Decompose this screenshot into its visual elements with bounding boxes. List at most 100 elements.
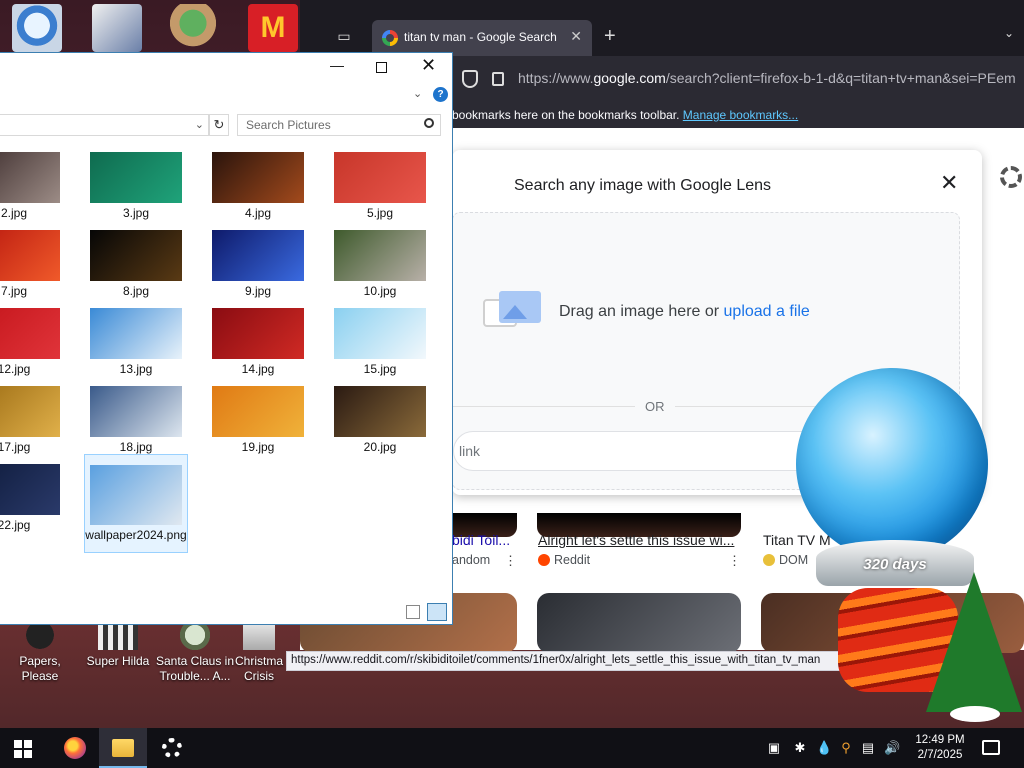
desktop-icon-app[interactable]	[92, 4, 142, 52]
desktop-icon-game[interactable]	[168, 4, 218, 52]
maximize-button[interactable]	[376, 62, 387, 73]
image-link-input[interactable]: link	[453, 431, 853, 471]
desktop-icon-computer[interactable]	[12, 4, 62, 52]
file-thumbnail	[0, 152, 60, 203]
christmas-tree-icon	[926, 572, 1022, 712]
result-title[interactable]: Titan TV M	[763, 532, 831, 548]
file-thumbnail	[0, 308, 60, 359]
file-thumbnail	[0, 386, 60, 437]
more-options-icon[interactable]: ⋮	[728, 553, 741, 569]
file-item[interactable]: 22.jpg	[0, 464, 64, 532]
tray-app-icon[interactable]: ▣	[766, 740, 782, 756]
folder-icon	[112, 739, 134, 757]
file-name: 3.jpg	[122, 206, 150, 220]
desktop-icon-mcdonalds[interactable]: M	[248, 4, 298, 52]
file-thumbnail	[0, 230, 60, 281]
more-options-icon[interactable]: ⋮	[504, 553, 517, 569]
tracking-protection-icon[interactable]	[462, 70, 478, 88]
file-thumbnail	[90, 308, 182, 359]
droplet-icon[interactable]: 💧	[816, 740, 832, 756]
result-source: Reddit	[554, 553, 591, 567]
desktop-icon-papers-please[interactable]: Papers, Please	[0, 620, 80, 684]
tree-snow-base	[950, 706, 1000, 722]
volume-icon[interactable]: 🔊	[884, 740, 900, 756]
lock-icon[interactable]	[492, 72, 504, 86]
url-bar[interactable]: https://www.google.com/search?client=fir…	[518, 70, 1018, 86]
details-view-icon[interactable]	[406, 605, 420, 619]
taskbar-file-explorer[interactable]	[99, 728, 147, 768]
result-title[interactable]: Alright let's settle this issue wi...	[538, 532, 734, 548]
help-icon[interactable]: ?	[433, 87, 448, 102]
file-item[interactable]: 2.jpg	[0, 152, 64, 220]
browser-tab[interactable]: titan tv man - Google Search ✕	[372, 20, 592, 56]
result-thumbnail[interactable]	[537, 593, 741, 653]
clock[interactable]: 12:49 PM 2/7/2025	[910, 733, 970, 763]
file-item[interactable]: 17.jpg	[0, 386, 64, 454]
file-name: 7.jpg	[0, 284, 28, 298]
file-item[interactable]: wallpaper2024.png	[84, 454, 188, 553]
bookmarks-text: bookmarks here on the bookmarks toolbar.	[452, 108, 683, 122]
google-favicon-icon	[382, 30, 398, 46]
new-tab-button[interactable]: +	[604, 24, 616, 48]
file-name: 2.jpg	[0, 206, 28, 220]
file-item[interactable]: 3.jpg	[86, 152, 186, 220]
file-name: 15.jpg	[363, 362, 397, 376]
file-name: 4.jpg	[244, 206, 272, 220]
file-item[interactable]: 4.jpg	[208, 152, 308, 220]
upload-file-link[interactable]: upload a file	[724, 303, 810, 320]
file-item[interactable]: 5.jpg	[330, 152, 430, 220]
refresh-icon[interactable]: ↻	[209, 114, 229, 136]
file-name: 5.jpg	[366, 206, 394, 220]
close-icon[interactable]: ✕	[940, 170, 958, 196]
file-thumbnail	[212, 386, 304, 437]
large-icons-view-icon[interactable]	[427, 603, 447, 621]
file-name: 19.jpg	[241, 440, 275, 454]
result-source: andom	[452, 553, 491, 567]
minimize-button[interactable]: —	[330, 57, 344, 73]
search-tray-icon[interactable]: ⚲	[838, 740, 854, 756]
file-item[interactable]: 15.jpg	[330, 308, 430, 376]
file-item[interactable]: 8.jpg	[86, 230, 186, 298]
network-icon[interactable]: ▤	[860, 740, 876, 756]
close-button[interactable]: ✕	[421, 55, 436, 76]
file-name: 14.jpg	[241, 362, 275, 376]
address-bar[interactable]: ⌄	[0, 114, 209, 136]
close-tab-icon[interactable]: ✕	[570, 28, 582, 45]
file-thumbnail	[334, 152, 426, 203]
search-input[interactable]: Search Pictures	[237, 114, 441, 136]
notification-icon[interactable]	[982, 740, 1000, 755]
firefox-icon	[64, 737, 86, 759]
settings-gear-icon[interactable]	[1000, 166, 1022, 188]
lens-title: Search any image with Google Lens	[514, 177, 772, 194]
file-item[interactable]: 13.jpg	[86, 308, 186, 376]
tray-app-icon[interactable]: ✱	[792, 740, 808, 756]
file-item[interactable]: 9.jpg	[208, 230, 308, 298]
tab-bar: ▭ titan tv man - Google Search ✕ + ⌄	[300, 0, 1024, 56]
file-item[interactable]: 14.jpg	[208, 308, 308, 376]
taskbar-firefox[interactable]	[50, 728, 98, 768]
file-thumbnail	[90, 152, 182, 203]
file-item[interactable]: 7.jpg	[0, 230, 64, 298]
file-name: 12.jpg	[0, 362, 31, 376]
manage-bookmarks-link[interactable]: Manage bookmarks...	[683, 108, 798, 122]
taskbar-settings[interactable]	[148, 728, 196, 768]
countdown-days: 320 days	[863, 556, 927, 573]
file-item[interactable]: 20.jpg	[330, 386, 430, 454]
expand-ribbon-icon[interactable]: ⌄	[413, 87, 422, 100]
tab-manager-icon[interactable]: ▭	[332, 24, 356, 48]
taskbar: ▣ ✱ 💧 ⚲ ▤ 🔊 12:49 PM 2/7/2025	[0, 728, 1024, 768]
file-thumbnail	[0, 464, 60, 515]
file-item[interactable]: 19.jpg	[208, 386, 308, 454]
file-name: 8.jpg	[122, 284, 150, 298]
file-item[interactable]: 12.jpg	[0, 308, 64, 376]
file-item[interactable]: 18.jpg	[86, 386, 186, 454]
list-all-tabs-icon[interactable]: ⌄	[1004, 26, 1014, 40]
chevron-down-icon[interactable]: ⌄	[195, 118, 204, 131]
file-name: 13.jpg	[119, 362, 153, 376]
desktop-icon-super-hilda[interactable]: Super Hilda	[78, 620, 158, 669]
file-name: 10.jpg	[363, 284, 397, 298]
result-title[interactable]: bidi Toil...	[452, 532, 510, 548]
windows-start-icon[interactable]	[14, 740, 32, 758]
file-item[interactable]: 10.jpg	[330, 230, 430, 298]
tab-title: titan tv man - Google Search	[404, 30, 557, 44]
